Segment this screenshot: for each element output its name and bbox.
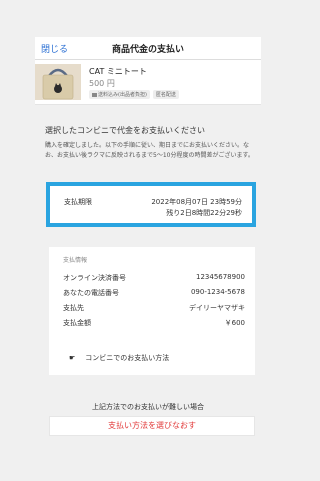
payment-info-card: 支払情報 オンライン決済番号 12345678900 あなたの電話番号 090-… [49, 247, 255, 375]
howto-label: コンビニでのお支払い方法 [85, 354, 170, 362]
info-key: オンライン決済番号 [63, 274, 126, 282]
deadline-remaining: 残り2日8時間22分29秒 [166, 209, 242, 217]
info-row-amount: 支払金額 ￥600 [63, 318, 245, 328]
shipping-tag: 送料込み(出品者負担) [89, 90, 150, 99]
header-bar: 閉じる 商品代金の支払い [35, 37, 261, 60]
info-value: ￥600 [224, 319, 245, 327]
shipping-tag-label: 送料込み(出品者負担) [98, 92, 147, 98]
deadline-label: 支払期限 [64, 198, 92, 206]
convenience-store-howto-link[interactable]: ☛ コンビニでのお支払い方法 [69, 353, 169, 363]
payment-screen: 閉じる 商品代金の支払い CAT ミニトート 500 円 送料込み(出品者負担)… [35, 37, 261, 481]
instruction-body: 購入を確定しました。以下の手順に従い、期日までにお支払いください。なお、お支払い… [45, 142, 254, 159]
item-name: CAT ミニトート [89, 67, 147, 76]
instruction-heading: 選択したコンビニで代金をお支払いください [45, 126, 205, 135]
hand-pointer-icon: ☛ [69, 354, 76, 362]
page-title: 商品代金の支払い [111, 45, 184, 55]
item-summary[interactable]: CAT ミニトート 500 円 送料込み(出品者負担) 匿名配送 [35, 60, 261, 105]
payment-info-title: 支払情報 [63, 257, 88, 264]
payment-deadline-box: 支払期限 2022年08月07日 23時59分 残り2日8時間22分29秒 [46, 182, 256, 227]
anonymous-tag: 匿名配送 [152, 90, 179, 99]
info-key: 支払先 [63, 304, 84, 312]
info-key: 支払金額 [63, 319, 91, 327]
info-row-phone: あなたの電話番号 090-1234-5678 [63, 288, 245, 298]
info-value: 12345678900 [196, 273, 245, 281]
info-row-payee: 支払先 デイリーヤマザキ [63, 303, 245, 313]
info-row-payment-number: オンライン決済番号 12345678900 [63, 273, 245, 283]
info-value: 090-1234-5678 [190, 288, 245, 296]
info-key: あなたの電話番号 [63, 289, 119, 297]
item-thumbnail [35, 64, 81, 100]
deadline-date: 2022年08月07日 23時59分 [151, 198, 242, 206]
item-tags: 送料込み(出品者負担) 匿名配送 [89, 90, 182, 100]
info-value: デイリーヤマザキ [189, 304, 245, 312]
alternative-heading: 上記方法でのお支払いが難しい場合 [92, 403, 204, 411]
item-price: 500 円 [89, 79, 115, 88]
truck-icon [92, 92, 97, 97]
reselect-payment-button[interactable]: 支払い方法を選びなおす [49, 416, 255, 436]
